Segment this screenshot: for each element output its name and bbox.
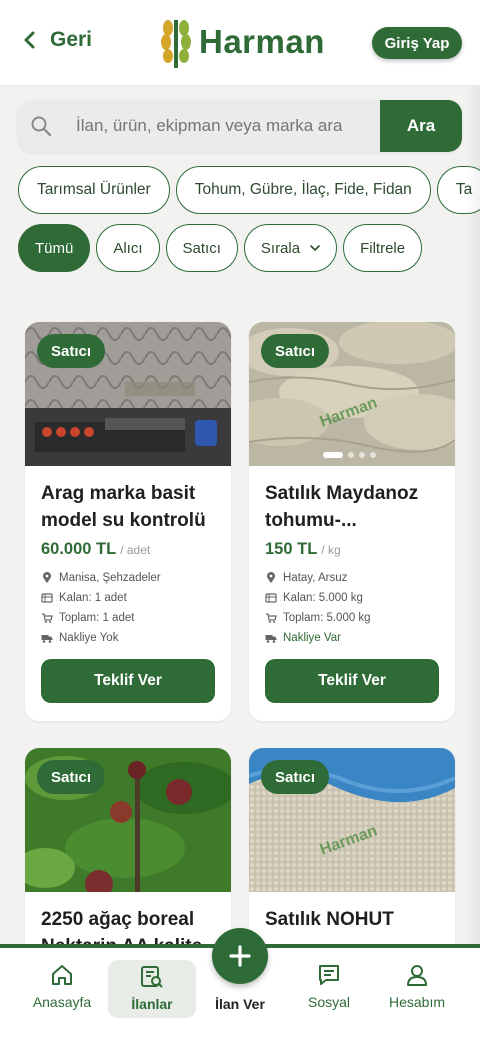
listing-card[interactable]: Harman Satıcı Satılık NOHUT (249, 748, 455, 946)
truck-icon (41, 635, 53, 643)
listing-remaining: Kalan: 5.000 kg (283, 592, 363, 604)
stock-icon (265, 593, 277, 603)
make-offer-button[interactable]: Teklif Ver (265, 659, 439, 703)
seller-badge: Satıcı (37, 334, 106, 368)
listing-location: Manisa, Şehzadeler (59, 572, 161, 584)
search-button[interactable]: Ara (380, 100, 462, 152)
make-offer-button[interactable]: Teklif Ver (41, 659, 215, 703)
listing-card[interactable]: Satıcı 2250 ağaç boreal Nektarin AA kali… (25, 748, 231, 946)
wheat-logo-icon (161, 20, 191, 68)
search-and-filters: Ara Tarımsal Ürünler Tohum, Gübre, İlaç,… (0, 86, 480, 286)
brand-name: Harman (199, 23, 325, 60)
back-button[interactable]: Geri (22, 28, 92, 52)
sort-dropdown[interactable]: Sırala (243, 224, 338, 272)
listing-price: 150 TL (265, 540, 318, 558)
listing-grid: Satıcı Arag marka basit model su kontrol… (0, 286, 480, 946)
nav-listings[interactable]: İlanlar (108, 960, 196, 1018)
category-chip-tohum-gubre[interactable]: Tohum, Gübre, İlaç, Fide, Fidan (175, 166, 431, 214)
search-input[interactable] (64, 100, 380, 152)
filter-seller[interactable]: Satıcı (165, 224, 238, 272)
listings-search-icon (141, 966, 163, 988)
nav-social[interactable]: Sosyal (289, 962, 369, 1010)
home-icon (52, 965, 72, 985)
truck-icon (265, 635, 277, 643)
price-unit: / adet (120, 543, 151, 557)
listing-card[interactable]: Satıcı Arag marka basit model su kontrol… (25, 322, 231, 721)
post-listing-button[interactable] (212, 928, 268, 984)
nav-social-label: Sosyal (307, 994, 351, 1010)
location-pin-icon (43, 572, 51, 583)
seller-badge: Satıcı (261, 334, 330, 368)
search-icon (31, 116, 52, 137)
listing-shipping: Nakliye Var (283, 632, 341, 644)
listing-image[interactable]: Harman Satıcı (249, 748, 455, 892)
nav-home[interactable]: Anasayfa (22, 962, 102, 1010)
chat-icon (319, 965, 339, 985)
listing-total: Toplam: 5.000 kg (283, 612, 371, 624)
listing-title[interactable]: Arag marka basit model su kontrolü (41, 480, 215, 534)
cart-icon (266, 613, 277, 623)
back-label: Geri (50, 28, 93, 51)
filter-all[interactable]: Tümü (18, 224, 91, 272)
chevron-down-icon (310, 245, 320, 251)
image-carousel-dots[interactable] (323, 452, 376, 458)
listing-price: 60.000 TL (41, 540, 117, 558)
listing-image[interactable]: Satıcı (25, 748, 231, 892)
filter-buyer[interactable]: Alıcı (96, 224, 160, 272)
listing-title[interactable]: Satılık NOHUT (265, 906, 439, 946)
stock-icon (41, 593, 53, 603)
nav-account-label: Hesabım (388, 994, 446, 1010)
category-chips: Tarımsal Ürünler Tohum, Gübre, İlaç, Fid… (18, 166, 480, 214)
nav-home-label: Anasayfa (32, 994, 92, 1010)
price-unit: / kg (321, 543, 341, 557)
location-pin-icon (267, 572, 275, 583)
search-bar: Ara (18, 100, 462, 152)
listing-shipping: Nakliye Yok (59, 632, 119, 644)
filter-button[interactable]: Filtrele (343, 224, 423, 272)
filter-chips: Tümü Alıcı Satıcı Sırala Filtrele (18, 224, 423, 272)
user-icon (407, 965, 427, 986)
login-button[interactable]: Giriş Yap (372, 27, 462, 59)
seller-badge: Satıcı (37, 760, 106, 794)
listing-remaining: Kalan: 1 adet (59, 592, 127, 604)
nav-listings-label: İlanlar (131, 996, 173, 1012)
brand-logo[interactable]: Harman (154, 14, 325, 70)
listing-title[interactable]: 2250 ağaç boreal Nektarin AA kalite (41, 906, 215, 946)
sort-label: Sırala (260, 239, 301, 257)
plus-icon (229, 945, 251, 967)
listing-image[interactable]: Harman Satıcı (249, 322, 455, 466)
post-listing-label[interactable]: İlan Ver (200, 996, 280, 1012)
cart-icon (42, 613, 53, 623)
category-chip-tarimsal-urunler[interactable]: Tarımsal Ürünler (18, 166, 170, 214)
category-chip-truncated[interactable]: Ta (436, 166, 480, 214)
listing-total: Toplam: 1 adet (59, 612, 135, 624)
nav-account[interactable]: Hesabım (377, 962, 457, 1010)
app-header: Geri Harman Giriş Yap (0, 0, 480, 86)
listing-location: Hatay, Arsuz (283, 572, 348, 584)
seller-badge: Satıcı (261, 760, 330, 794)
listing-title[interactable]: Satılık Maydanoz tohumu-... (265, 480, 439, 534)
chevron-left-icon (24, 31, 35, 49)
listing-card[interactable]: Harman Satıcı Satılık Maydanoz tohumu-..… (249, 322, 455, 721)
listing-image[interactable]: Satıcı (25, 322, 231, 466)
